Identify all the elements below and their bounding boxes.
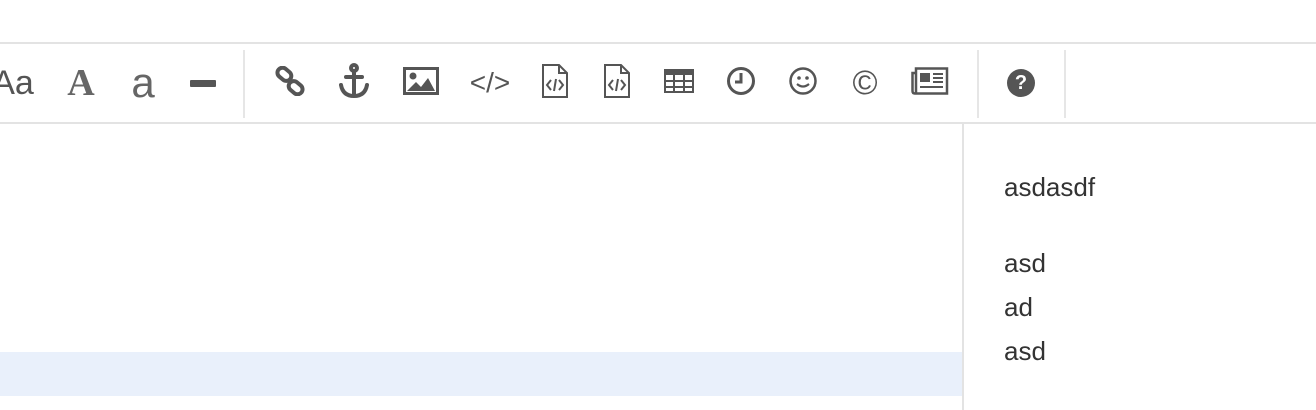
font-sans-icon: a bbox=[131, 59, 155, 106]
font-serif-button[interactable]: A bbox=[56, 44, 106, 122]
preview-paragraph: asd bbox=[1004, 336, 1046, 366]
code-file-alt-icon bbox=[603, 63, 631, 104]
code-file-icon bbox=[541, 63, 569, 104]
link-button[interactable] bbox=[266, 44, 314, 122]
preview-paragraph: asd bbox=[1004, 248, 1046, 278]
table-button[interactable] bbox=[656, 44, 702, 122]
anchor-button[interactable] bbox=[330, 44, 378, 122]
help-button[interactable]: ? bbox=[996, 44, 1046, 122]
font-sans-button[interactable]: a bbox=[118, 44, 168, 122]
toolbar-divider bbox=[977, 50, 979, 118]
emoji-icon bbox=[788, 66, 818, 101]
copyright-button[interactable]: © bbox=[842, 44, 888, 122]
horizontal-rule-button[interactable] bbox=[178, 44, 228, 122]
newspaper-icon bbox=[911, 66, 949, 100]
code-file-button[interactable] bbox=[532, 44, 578, 122]
code-button[interactable]: </> bbox=[464, 44, 516, 122]
clock-icon bbox=[726, 66, 756, 101]
toolbar-divider bbox=[243, 50, 245, 118]
toolbar-divider bbox=[1064, 50, 1066, 118]
preview-pane: asdasdf asd ad asd bbox=[962, 124, 1316, 410]
clock-button[interactable] bbox=[718, 44, 764, 122]
image-icon bbox=[403, 66, 439, 100]
help-glyph: ? bbox=[1014, 72, 1028, 94]
editor-active-line bbox=[0, 352, 962, 396]
help-icon: ? bbox=[1007, 69, 1035, 97]
newspaper-button[interactable] bbox=[904, 44, 956, 122]
font-size-icon: Aa bbox=[0, 64, 34, 102]
horizontal-rule-icon bbox=[190, 79, 216, 87]
code-file-alt-button[interactable] bbox=[594, 44, 640, 122]
copyright-icon: © bbox=[852, 64, 878, 102]
image-button[interactable] bbox=[396, 44, 446, 122]
preview-paragraph: ad bbox=[1004, 292, 1033, 322]
emoji-button[interactable] bbox=[780, 44, 826, 122]
top-bar bbox=[0, 0, 1316, 44]
preview-paragraph: asdasdf bbox=[1004, 172, 1096, 202]
code-icon: </> bbox=[469, 67, 511, 98]
table-icon bbox=[664, 68, 694, 98]
link-icon bbox=[275, 65, 305, 101]
editor-toolbar: Aa A a </> © ? bbox=[0, 44, 1316, 124]
font-serif-icon: A bbox=[67, 62, 95, 104]
font-size-button[interactable]: Aa bbox=[0, 44, 38, 122]
anchor-icon bbox=[337, 62, 371, 104]
